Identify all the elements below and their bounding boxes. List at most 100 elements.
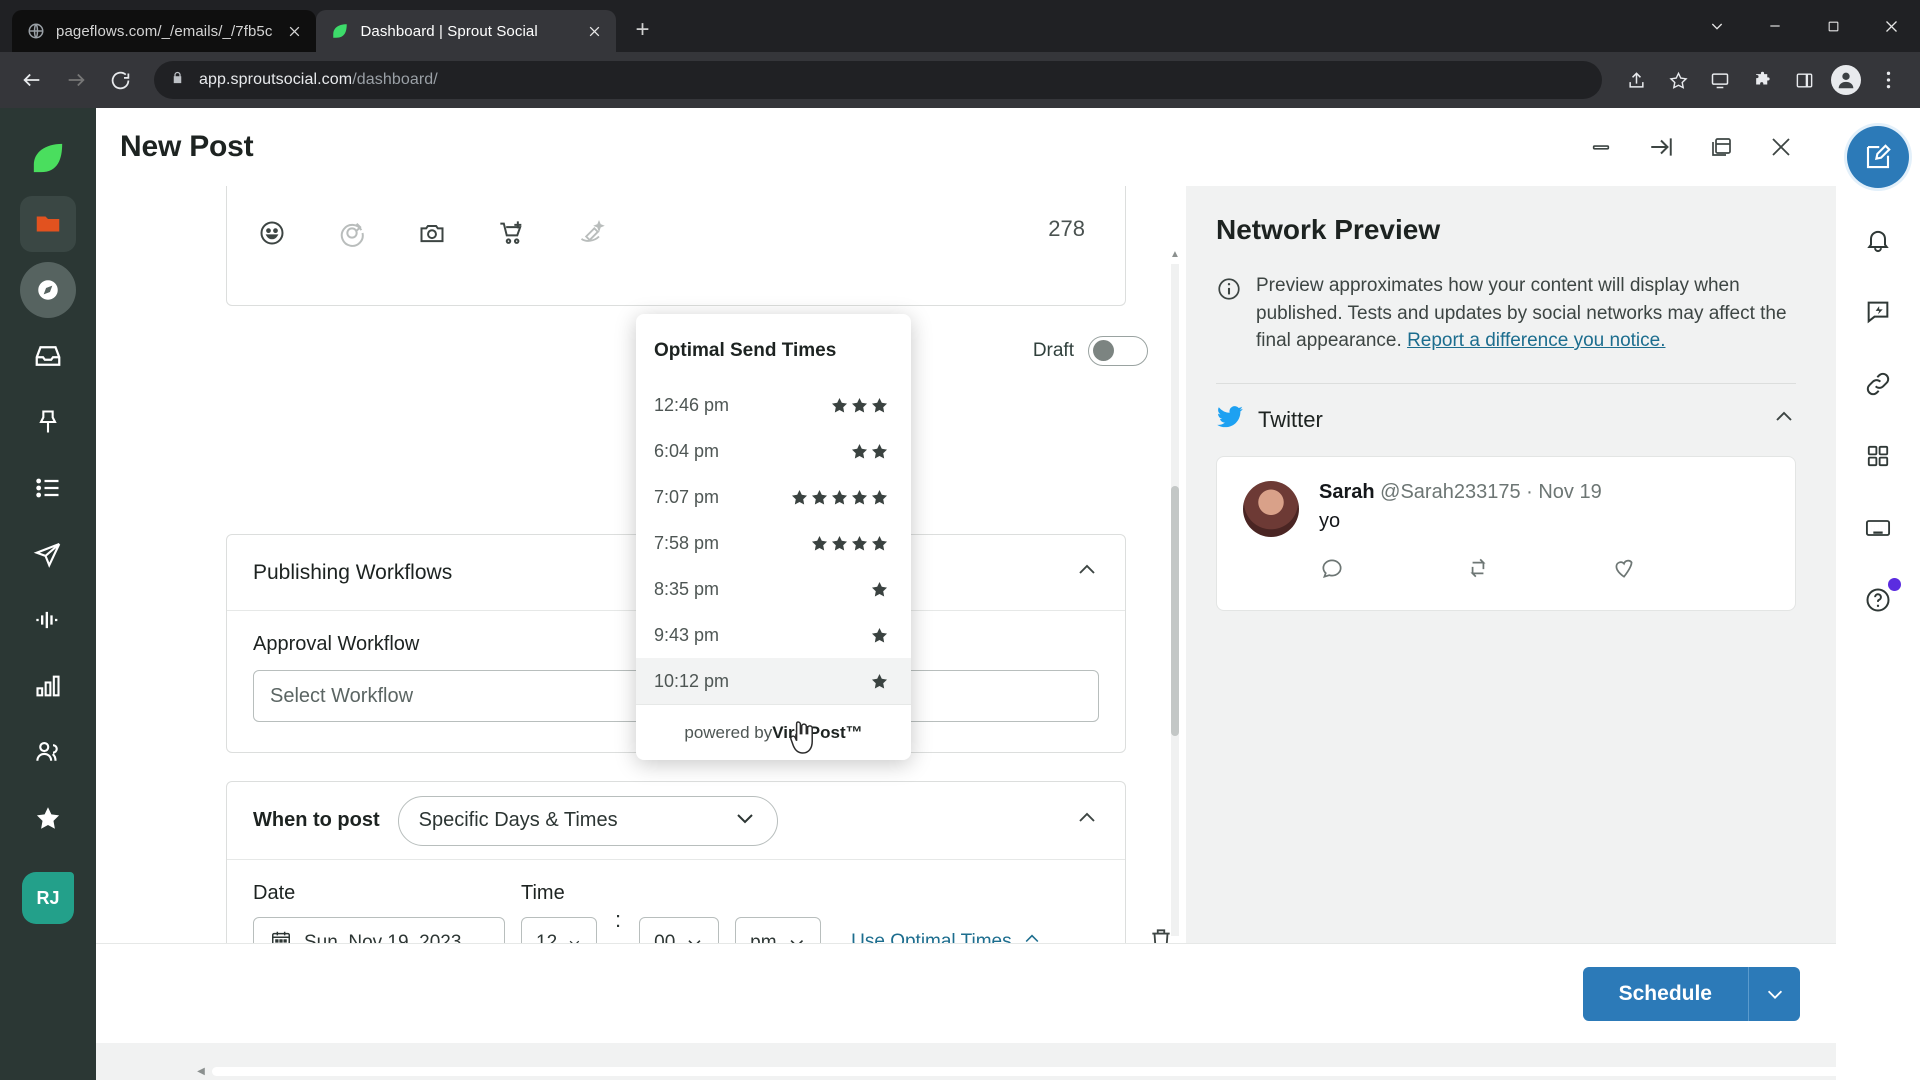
compose-icon[interactable] <box>1847 126 1909 188</box>
window-maximize-button[interactable] <box>1804 0 1862 52</box>
viralpost-brand: ViralPost™ <box>772 722 863 742</box>
sidebar-item-list[interactable] <box>20 460 76 516</box>
keyboard-icon[interactable] <box>1858 508 1898 548</box>
sidebar-item-send[interactable] <box>20 526 76 582</box>
reply-icon[interactable] <box>1319 555 1345 586</box>
report-difference-link[interactable]: Report a difference you notice. <box>1407 330 1665 351</box>
new-post-modal: New Post 278 Draft Publishing Workflows … <box>96 108 1836 1043</box>
add-to-cart-icon[interactable] <box>497 218 527 248</box>
side-panel-icon[interactable] <box>1784 60 1824 100</box>
profile-avatar[interactable] <box>1826 60 1866 100</box>
collapse-right-icon[interactable] <box>1644 130 1678 164</box>
tweet-separator: · <box>1520 480 1539 503</box>
like-icon[interactable] <box>1611 555 1637 586</box>
optimal-time-label: 7:58 pm <box>654 532 720 553</box>
meridiem-select[interactable]: pm <box>735 917 822 943</box>
twitter-icon <box>1216 403 1244 436</box>
browser-menu-icon[interactable] <box>1868 60 1908 100</box>
sprout-logo[interactable] <box>20 130 76 186</box>
retweet-icon[interactable] <box>1465 555 1491 586</box>
when-to-post-row: When to post Specific Days & Times <box>227 782 1125 860</box>
scroll-left-arrow-icon[interactable]: ◀ <box>192 1066 210 1077</box>
sidebar-item-listening[interactable] <box>20 592 76 648</box>
page-title: New Post <box>120 130 254 163</box>
optimal-time-label: 6:04 pm <box>654 440 720 461</box>
optimal-send-times-list: 12:46 pm 6:04 pm 7:07 pm 7:58 pm 8:35 pm 9:43… <box>636 382 911 704</box>
chevron-up-icon[interactable] <box>1075 558 1099 587</box>
minute-value: 00 <box>654 932 676 943</box>
sidebar-item-reports[interactable] <box>20 658 76 714</box>
optimal-time-row[interactable]: 7:07 pm <box>636 474 911 520</box>
back-button[interactable] <box>12 60 52 100</box>
scroll-up-arrow-icon[interactable]: ▲ <box>1168 246 1182 262</box>
close-icon[interactable] <box>1764 130 1798 164</box>
toolbar-icons <box>1616 60 1908 100</box>
whats-new-icon[interactable] <box>1858 292 1898 332</box>
draft-toggle[interactable] <box>1088 336 1148 366</box>
target-icon[interactable] <box>337 218 367 248</box>
address-bar[interactable]: app.sproutsocial.com/dashboard/ <box>154 61 1602 99</box>
when-to-post-value: Specific Days & Times <box>418 809 618 831</box>
browser-tab-sprout-dashboard[interactable]: Dashboard | Sprout Social <box>316 10 617 52</box>
tweet-text: yo <box>1319 509 1341 532</box>
optimal-time-row[interactable]: 8:35 pm <box>636 566 911 612</box>
window-close-button[interactable] <box>1862 0 1920 52</box>
sidebar-item-folder[interactable] <box>20 196 76 252</box>
date-value: Sun, Nov 19, 2023 <box>304 932 462 943</box>
chevron-down-icon[interactable] <box>1688 0 1746 52</box>
sidebar-item-compass[interactable] <box>20 262 76 318</box>
apps-grid-icon[interactable] <box>1858 436 1898 476</box>
date-input[interactable]: Sun, Nov 19, 2023 <box>253 917 505 943</box>
optimal-time-row[interactable]: 9:43 pm <box>636 612 911 658</box>
sidebar-item-people[interactable] <box>20 724 76 780</box>
bookmark-star-icon[interactable] <box>1658 60 1698 100</box>
new-tab-button[interactable]: + <box>622 10 662 50</box>
cast-icon[interactable] <box>1700 60 1740 100</box>
twitter-network-header[interactable]: Twitter <box>1216 384 1796 456</box>
schedule-options-caret[interactable] <box>1748 966 1800 1021</box>
window-minimize-button[interactable] <box>1746 0 1804 52</box>
optimal-time-rating-stars <box>790 488 889 507</box>
sidebar-item-star[interactable] <box>20 790 76 846</box>
chevron-up-icon[interactable] <box>1772 405 1796 434</box>
optimal-time-row[interactable]: 12:46 pm <box>636 382 911 428</box>
close-icon[interactable] <box>282 19 306 43</box>
reload-button[interactable] <box>100 60 140 100</box>
minimize-icon[interactable] <box>1584 130 1618 164</box>
forward-button[interactable] <box>56 60 96 100</box>
camera-icon[interactable] <box>417 218 447 248</box>
chevron-up-icon[interactable] <box>1075 806 1099 835</box>
close-icon[interactable] <box>582 19 606 43</box>
editor-scrollbar[interactable]: ▲ ▼ <box>1168 246 1182 944</box>
minute-select[interactable]: 00 <box>639 917 720 943</box>
optimal-time-row[interactable]: 10:12 pm <box>636 658 911 704</box>
share-icon[interactable] <box>1616 60 1656 100</box>
sidebar-item-pin[interactable] <box>20 394 76 450</box>
preview-disclaimer-text: Preview approximates how your content wi… <box>1256 272 1796 355</box>
hscrollbar-thumb[interactable] <box>212 1066 1836 1076</box>
user-avatar[interactable]: RJ <box>22 872 74 924</box>
hour-select[interactable]: 12 <box>521 917 597 943</box>
bell-icon[interactable] <box>1858 220 1898 260</box>
globe-icon <box>26 21 46 41</box>
browser-tab-pageflows[interactable]: pageflows.com/_/emails/_/7fb5c <box>12 10 317 52</box>
link-icon[interactable] <box>1858 364 1898 404</box>
browser-toolbar: app.sproutsocial.com/dashboard/ <box>0 52 1920 108</box>
modal-header: New Post <box>96 108 1836 186</box>
popout-icon[interactable] <box>1704 130 1738 164</box>
optimal-time-row[interactable]: 6:04 pm <box>636 428 911 474</box>
optimal-time-row[interactable]: 7:58 pm <box>636 520 911 566</box>
schedule-button[interactable]: Schedule <box>1582 966 1748 1021</box>
emoji-icon[interactable] <box>257 218 287 248</box>
optimal-time-rating-stars <box>850 442 889 461</box>
help-icon[interactable] <box>1858 578 1901 620</box>
horizontal-scrollbar[interactable]: ◀ ▶ <box>192 1062 1836 1080</box>
sidebar-item-inbox[interactable] <box>20 328 76 384</box>
asset-library-icon[interactable] <box>577 218 607 248</box>
scroll-down-arrow-icon[interactable]: ▼ <box>1168 940 1182 944</box>
scrollbar-thumb[interactable] <box>1171 486 1179 736</box>
when-to-post-select[interactable]: Specific Days & Times <box>397 795 778 846</box>
extensions-puzzle-icon[interactable] <box>1742 60 1782 100</box>
scheduling-panel: When to post Specific Days & Times Date … <box>226 781 1170 943</box>
use-optimal-times-link[interactable]: Use Optimal Times <box>851 929 1041 943</box>
